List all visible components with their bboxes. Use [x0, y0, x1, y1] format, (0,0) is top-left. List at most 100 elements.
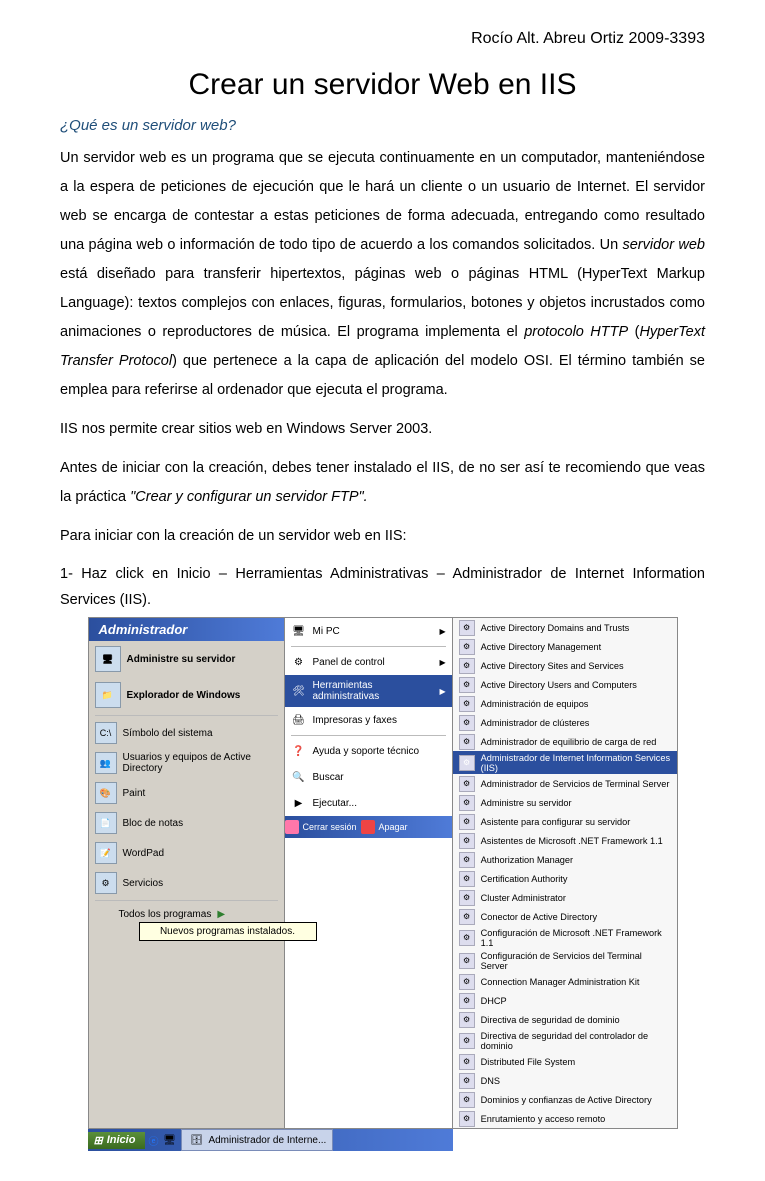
menu-item-label: Enrutamiento y acceso remoto	[481, 1114, 606, 1124]
system-icon: ⚙	[291, 654, 307, 670]
admin-tool-item[interactable]: ⚙ Asistente para configurar su servidor	[453, 812, 677, 831]
menu-item-label: Administrador de Internet Information Se…	[481, 753, 671, 773]
tool-icon: ⚙	[459, 814, 475, 830]
admin-tool-item[interactable]: ⚙Distributed File System	[453, 1052, 677, 1071]
admin-tool-item[interactable]: ⚙Connection Manager Administration Kit	[453, 972, 677, 991]
menu-item-label: Herramientas administrativas	[313, 680, 434, 702]
menu-item-label: Directiva de seguridad del controlador d…	[481, 1031, 671, 1051]
app-icon: 📝	[95, 842, 117, 864]
menu-item-label: Panel de control	[313, 657, 385, 668]
tool-icon: ⚙	[459, 658, 475, 674]
start-menu-item[interactable]: 🎨Paint	[89, 778, 284, 808]
admin-tool-item[interactable]: ⚙ Active Directory Sites and Services	[453, 656, 677, 675]
page-title: Crear un servidor Web en IIS	[60, 68, 705, 102]
start-menu-item[interactable]: 📄Bloc de notas	[89, 808, 284, 838]
admin-tool-item[interactable]: ⚙ Enrutamiento y acceso remoto	[453, 1109, 677, 1128]
text: (	[628, 324, 639, 340]
menu-item-label: Configuración de Microsoft .NET Framewor…	[481, 928, 671, 948]
tool-icon: ⚙	[459, 1092, 475, 1108]
admin-tool-item[interactable]: ⚙DHCP	[453, 991, 677, 1010]
submenu-arrow-icon: ▶	[439, 687, 445, 696]
desktop-icon[interactable]: 🖥	[161, 1132, 177, 1148]
menu-item-label: Cluster Administrator	[481, 893, 566, 903]
menu-item-label: Asistente para configurar su servidor	[481, 817, 631, 827]
system-icon: ❓	[291, 743, 307, 759]
system-menu-item[interactable]: ❓ Ayuda y soporte técnico	[285, 738, 452, 764]
menu-item-label: Active Directory Users and Computers	[481, 680, 637, 690]
admin-tool-item[interactable]: ⚙Dominios y confianzas de Active Directo…	[453, 1090, 677, 1109]
admin-tool-item[interactable]: ⚙Directiva de seguridad de dominio	[453, 1010, 677, 1029]
app-icon: ⚙	[95, 872, 117, 894]
taskbar-item[interactable]: 🗄 Administrador de Interne...	[181, 1129, 333, 1151]
system-menu-item[interactable]: ⚙ Panel de control ▶	[285, 649, 452, 675]
admin-tool-item[interactable]: ⚙Certification Authority	[453, 869, 677, 888]
admin-tool-item[interactable]: ⚙Administrador de Servicios de Terminal …	[453, 774, 677, 793]
start-menu-item[interactable]: 🖥Administre su servidor	[89, 641, 284, 677]
admin-tool-item[interactable]: ⚙Directiva de seguridad del controlador …	[453, 1029, 677, 1052]
menu-item-label: Administración de equipos	[481, 699, 589, 709]
start-menu-item[interactable]: C:\Símbolo del sistema	[89, 718, 284, 748]
paragraph-2: IIS nos permite crear sitios web en Wind…	[60, 415, 705, 444]
step-1: 1- Haz click en Inicio – Herramientas Ad…	[60, 561, 705, 613]
admin-tool-item[interactable]: ⚙Administrador de clústeres	[453, 713, 677, 732]
start-button[interactable]: ⊞ Inicio	[88, 1132, 146, 1149]
all-programs-label: Todos los programas	[119, 909, 212, 920]
app-icon: 🖥	[95, 646, 121, 672]
admin-tool-item[interactable]: ⚙Administración de equipos	[453, 694, 677, 713]
tool-icon: ⚙	[459, 776, 475, 792]
tool-icon: ⚙	[459, 953, 475, 969]
system-menu-item[interactable]: ▶ Ejecutar...	[285, 790, 452, 816]
menu-item-label: Distributed File System	[481, 1057, 575, 1067]
menu-item-label: Certification Authority	[481, 874, 568, 884]
admin-tool-item[interactable]: ⚙Administrador de Internet Information S…	[453, 751, 677, 774]
admin-tool-item[interactable]: ⚙Active Directory Management	[453, 637, 677, 656]
menu-item-label: Active Directory Sites and Services	[481, 661, 624, 671]
menu-item-label: Impresoras y faxes	[313, 715, 397, 726]
system-icon: ▶	[291, 795, 307, 811]
start-menu-left: Administrador 🖥Administre su servidor📁Ex…	[88, 617, 285, 1129]
start-menu-middle: 🖥Mi PC▶ ⚙ Panel de control ▶ 🛠 Herramientas a…	[285, 617, 453, 1129]
system-menu-item[interactable]: 🛠 Herramientas administrativas ▶	[285, 675, 452, 707]
header-author: Rocío Alt. Abreu Ortiz 2009-3393	[60, 30, 705, 48]
logoff-icon[interactable]	[285, 820, 299, 834]
admin-tool-item[interactable]: ⚙Asistentes de Microsoft .NET Framework …	[453, 831, 677, 850]
admin-tool-item[interactable]: ⚙Active Directory Users and Computers	[453, 675, 677, 694]
tool-icon: ⚙	[459, 909, 475, 925]
logoff-label[interactable]: Cerrar sesión	[303, 822, 357, 832]
system-icon: 🖨	[291, 712, 307, 728]
tool-icon: ⚙	[459, 1012, 475, 1028]
admin-tool-item[interactable]: ⚙Administrador de equilibrio de carga de…	[453, 732, 677, 751]
start-menu-screenshot: Administrador 🖥Administre su servidor📁Ex…	[88, 617, 678, 1151]
system-icon: 🛠	[291, 683, 307, 699]
menu-item-label: Ejecutar...	[313, 798, 357, 809]
admin-tool-item[interactable]: ⚙Conector de Active Directory	[453, 907, 677, 926]
start-menu-item[interactable]: ⚙ Servicios	[89, 868, 284, 898]
system-menu-item[interactable]: 🖥Mi PC▶	[285, 618, 452, 644]
menu-item-label: WordPad	[123, 848, 165, 859]
shutdown-icon[interactable]	[361, 820, 375, 834]
ie-icon[interactable]: ⓔ	[145, 1132, 161, 1148]
system-menu-item[interactable]: 🖨 Impresoras y faxes	[285, 707, 452, 733]
admin-tool-item[interactable]: ⚙DNS	[453, 1071, 677, 1090]
menu-item-label: Ayuda y soporte técnico	[313, 746, 420, 757]
admin-tool-item[interactable]: ⚙Cluster Administrator	[453, 888, 677, 907]
app-icon: 👥	[95, 752, 117, 774]
admin-tool-item[interactable]: ⚙Administre su servidor	[453, 793, 677, 812]
admin-tool-item[interactable]: ⚙Configuración de Servicios del Terminal…	[453, 949, 677, 972]
admin-tool-item[interactable]: ⚙Active Directory Domains and Trusts	[453, 618, 677, 637]
menu-item-label: Authorization Manager	[481, 855, 573, 865]
system-menu-item[interactable]: 🔍Buscar	[285, 764, 452, 790]
admin-tool-item[interactable]: ⚙Authorization Manager	[453, 850, 677, 869]
shutdown-label[interactable]: Apagar	[379, 822, 408, 832]
start-menu-item[interactable]: 📝 WordPad	[89, 838, 284, 868]
italic-text: "Crear y configurar un servidor FTP".	[130, 489, 368, 505]
menu-item-label: Servicios	[123, 878, 164, 889]
submenu-arrow-icon: ▶	[439, 658, 445, 667]
start-menu-item[interactable]: 📁Explorador de Windows	[89, 677, 284, 713]
start-menu-item[interactable]: 👥Usuarios y equipos de Active Directory	[89, 748, 284, 778]
admin-tool-item[interactable]: ⚙Configuración de Microsoft .NET Framewo…	[453, 926, 677, 949]
tool-icon: ⚙	[459, 639, 475, 655]
separator	[95, 715, 278, 716]
tool-icon: ⚙	[459, 795, 475, 811]
tool-icon: ⚙	[459, 1111, 475, 1127]
